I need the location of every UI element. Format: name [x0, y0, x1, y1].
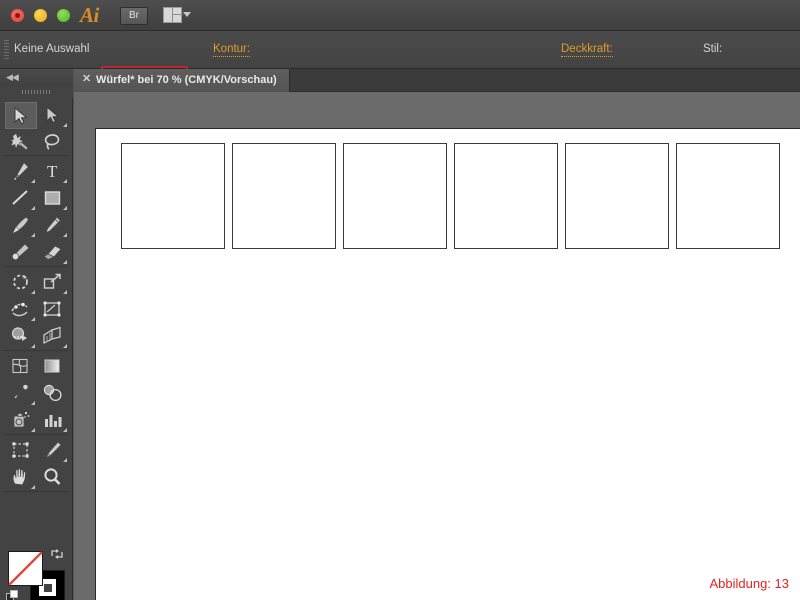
collapse-panel-glyph: ◀◀ — [6, 72, 19, 82]
tool-separator-5 — [4, 491, 68, 492]
collapse-panel-icon[interactable]: ◀◀ — [0, 69, 73, 86]
symbol-sprayer-tool[interactable] — [5, 407, 37, 434]
tool-flyout-indicator[interactable] — [63, 344, 67, 348]
blob-brush-tool[interactable] — [5, 239, 37, 266]
rectangle-tool[interactable] — [37, 185, 69, 212]
fill-indicator[interactable] — [8, 551, 43, 586]
tool-flyout-indicator[interactable] — [31, 401, 35, 405]
default-fill-stroke-icon[interactable] — [6, 590, 20, 600]
mesh-tool[interactable] — [5, 353, 37, 380]
tool-flyout-indicator[interactable] — [63, 290, 67, 294]
svg-text:T: T — [47, 162, 58, 181]
document-tab-label: Würfel* bei 70 % (CMYK/Vorschau) — [96, 74, 277, 86]
pencil-tool[interactable] — [37, 212, 69, 239]
close-tab-icon[interactable]: ✕ — [82, 74, 91, 85]
tool-flyout-indicator[interactable] — [63, 260, 67, 264]
tool-separator-3 — [4, 350, 68, 351]
slice-tool[interactable] — [37, 437, 69, 464]
maximize-window-icon[interactable] — [57, 9, 70, 22]
stroke-weight-label[interactable]: Kontur: — [213, 43, 251, 57]
title-bar: Ai Br — [0, 0, 800, 31]
tool-flyout-indicator[interactable] — [31, 233, 35, 237]
tool-separator-4 — [4, 434, 68, 435]
arrange-glyph — [163, 7, 183, 23]
shape-builder-tool[interactable] — [5, 323, 37, 350]
document-tab-bar: ✕ Würfel* bei 70 % (CMYK/Vorschau) — [74, 69, 800, 92]
eraser-tool[interactable] — [37, 239, 69, 266]
tool-flyout-indicator[interactable] — [63, 233, 67, 237]
line-segment-tool[interactable] — [5, 185, 37, 212]
gradient-tool[interactable] — [37, 353, 69, 380]
pen-tool[interactable] — [5, 158, 37, 185]
tool-flyout-indicator[interactable] — [63, 428, 67, 432]
no-fill-slash-icon — [8, 551, 43, 586]
tool-panel-grip[interactable] — [0, 86, 73, 98]
tool-flyout-indicator[interactable] — [63, 206, 67, 210]
scale-tool[interactable] — [37, 269, 69, 296]
grip-dots — [22, 90, 52, 94]
stroke-indicator-core — [43, 583, 52, 592]
width-tool[interactable] — [5, 296, 37, 323]
square-3[interactable] — [343, 143, 447, 249]
control-bar-grip[interactable] — [4, 40, 9, 60]
illustrator-window: Ai Br Keine Auswahl Kontur: 1 pt G — [0, 0, 800, 600]
lasso-tool[interactable] — [37, 129, 69, 156]
minimize-window-icon[interactable] — [34, 9, 47, 22]
bridge-button[interactable]: Br — [120, 7, 148, 25]
tool-separator-2 — [4, 266, 68, 267]
arrange-documents-icon[interactable] — [163, 6, 191, 26]
eyedropper-tool[interactable] — [5, 380, 37, 407]
magic-wand-tool[interactable] — [5, 129, 37, 156]
square-5[interactable] — [565, 143, 669, 249]
selection-status: Keine Auswahl — [14, 43, 90, 55]
swap-fill-stroke-icon[interactable] — [50, 547, 64, 561]
square-1[interactable] — [121, 143, 225, 249]
tool-flyout-indicator[interactable] — [31, 428, 35, 432]
tool-flyout-indicator[interactable] — [31, 206, 35, 210]
artboard-canvas[interactable]: Abbildung: 13 — [95, 128, 800, 600]
chevron-down-icon — [183, 12, 191, 17]
square-2[interactable] — [232, 143, 336, 249]
tool-flyout-indicator[interactable] — [63, 123, 67, 127]
app-logo: Ai — [80, 3, 99, 27]
tool-separator-1 — [4, 155, 68, 156]
tool-flyout-indicator[interactable] — [31, 290, 35, 294]
figure-caption: Abbildung: 13 — [709, 576, 789, 591]
selection-tool[interactable] — [5, 102, 37, 129]
column-graph-tool[interactable] — [37, 407, 69, 434]
square-4[interactable] — [454, 143, 558, 249]
tool-flyout-indicator[interactable] — [31, 179, 35, 183]
rotate-tool[interactable] — [5, 269, 37, 296]
style-label: Stil: — [703, 43, 723, 55]
hand-tool[interactable] — [5, 464, 37, 491]
tool-flyout-indicator[interactable] — [31, 344, 35, 348]
zoom-tool[interactable] — [37, 464, 69, 491]
artboard-tool[interactable] — [5, 437, 37, 464]
document-area: Abbildung: 13 — [74, 92, 800, 600]
type-tool[interactable]: T — [37, 158, 69, 185]
document-tab[interactable]: ✕ Würfel* bei 70 % (CMYK/Vorschau) — [74, 69, 290, 92]
tool-flyout-indicator[interactable] — [63, 179, 67, 183]
control-bar: Keine Auswahl Kontur: 1 pt Gleichm. Rund… — [0, 31, 800, 106]
perspective-grid-tool[interactable] — [37, 323, 69, 350]
tool-flyout-indicator[interactable] — [63, 458, 67, 462]
blend-tool[interactable] — [37, 380, 69, 407]
opacity-label[interactable]: Deckkraft: — [561, 43, 613, 57]
direct-selection-tool[interactable] — [37, 102, 69, 129]
paintbrush-tool[interactable] — [5, 212, 37, 239]
free-transform-tool[interactable] — [37, 296, 69, 323]
tool-panel: T — [0, 98, 73, 600]
close-window-icon[interactable] — [11, 9, 24, 22]
tool-flyout-indicator[interactable] — [31, 317, 35, 321]
square-6[interactable] — [676, 143, 780, 249]
tool-flyout-indicator[interactable] — [31, 485, 35, 489]
